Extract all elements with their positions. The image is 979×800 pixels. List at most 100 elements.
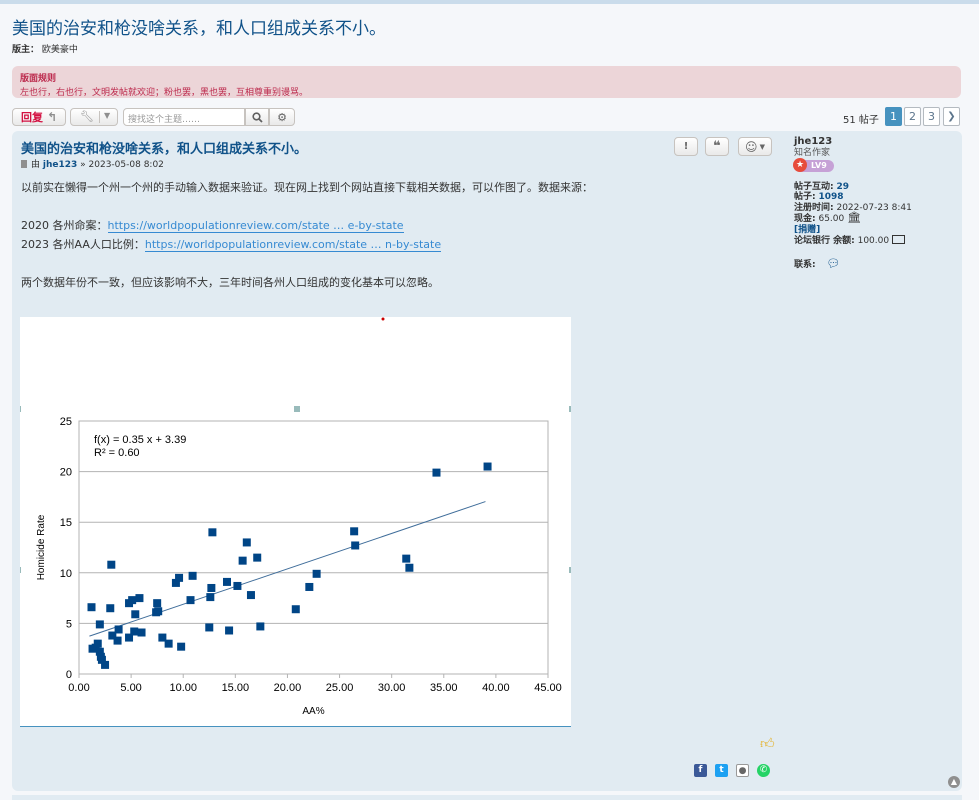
reply-button[interactable]: 回复 ↰	[12, 108, 66, 126]
search-topic-input[interactable]: 搜找这个主题……	[123, 108, 245, 126]
post-author-link[interactable]: jhe123	[43, 160, 77, 170]
interactions-label: 帖子互动:	[794, 181, 834, 192]
data-point	[87, 603, 96, 612]
data-point	[238, 556, 247, 565]
data-point	[188, 571, 197, 580]
like-icon[interactable]: 👍︎	[760, 735, 775, 752]
data-point	[206, 593, 215, 602]
back-to-top-icon[interactable]: ▲	[948, 776, 960, 788]
cash-value: 65.00	[818, 214, 845, 224]
facebook-share-icon[interactable]: f	[694, 764, 707, 777]
y-tick-label: 15	[60, 517, 72, 529]
caret-down-icon: ▼	[759, 142, 765, 151]
posts-value[interactable]: 1098	[818, 192, 843, 202]
level-badge: ★ LV9	[793, 158, 834, 172]
x-tick-label: 5.00	[120, 682, 141, 694]
moderator-name[interactable]: 欧美豪中	[42, 45, 78, 55]
data-point	[93, 639, 102, 648]
data-point	[350, 527, 359, 536]
profile-username[interactable]: jhe123	[794, 136, 954, 148]
report-button[interactable]: !	[674, 137, 698, 156]
data-point	[222, 577, 231, 586]
data-point	[154, 607, 163, 616]
data-point	[130, 627, 139, 636]
search-icon	[251, 111, 263, 123]
data-point	[305, 582, 314, 591]
smiley-icon: ☺	[745, 139, 758, 154]
rules-title: 版面规则	[20, 74, 57, 84]
cash-label: 现金:	[794, 214, 816, 224]
data-point	[128, 596, 137, 605]
topic-title[interactable]: 美国的治安和枪没啥关系，和人口组成关系不小。	[12, 14, 386, 39]
source-line-1: 2020 各州命案：https://worldpopulationreview.…	[21, 216, 593, 235]
source-label-1: 2020 各州命案：	[21, 219, 108, 232]
forum-rules-box: 版面规则 左也行，右也行，文明发帖就欢迎；粉也罢，黑也罢，互相尊重别谩骂。	[12, 66, 961, 98]
x-tick-label: 40.00	[482, 682, 510, 694]
moderator-line: 版主： 欧美豪中	[12, 42, 78, 55]
post-count: 51 帖子	[843, 115, 879, 126]
reaction-button[interactable]: ☺ ▼	[738, 137, 772, 156]
post-date: » 2023-05-08 8:02	[80, 160, 164, 170]
source-link-2[interactable]: https://worldpopulationreview.com/state …	[144, 238, 442, 252]
data-point	[233, 581, 242, 590]
joined-label: 注册时间:	[794, 202, 834, 213]
scatter-chart-image[interactable]: 0 5 10 15 20 25 0.00 5.00 10.00 15.00 20.00 25.00 30…	[19, 317, 571, 727]
post-document-icon[interactable]	[21, 160, 27, 168]
advanced-search-button[interactable]: ⚙	[269, 108, 295, 126]
data-point	[177, 642, 186, 651]
topic-tools-button[interactable]: 🔧︎ ▼	[70, 108, 118, 126]
profile-cash: 现金: 65.00 🏛︎	[794, 211, 954, 225]
selection-handle	[19, 567, 21, 573]
selection-handle	[569, 567, 571, 573]
scatter-chart: 0 5 10 15 20 25 0.00 5.00 10.00 15.00 20.00 25.00 30…	[19, 317, 571, 717]
data-point	[137, 628, 146, 637]
data-point	[106, 604, 115, 613]
star-icon: ★	[793, 158, 807, 172]
post-author-line: 由 jhe123 » 2023-05-08 8:02	[21, 157, 164, 170]
next-post-edge	[12, 795, 962, 800]
chat-bubble-icon[interactable]: 💬︎	[826, 257, 840, 270]
author-profile: jhe123 知名作家 ★ LV9 帖子互动: 29 帖子: 1098 注册时间:…	[793, 136, 954, 270]
bank-label: 论坛银行 余额:	[794, 236, 855, 246]
bank-building-icon: 🏛︎	[847, 211, 862, 224]
data-point	[107, 560, 116, 569]
page-3-button[interactable]: 3	[923, 107, 940, 126]
page-1-button[interactable]: 1	[885, 107, 902, 126]
donate-link[interactable]: [捐赠]	[794, 225, 820, 235]
source-link-1[interactable]: https://worldpopulationreview.com/state …	[107, 219, 404, 233]
data-point	[351, 541, 360, 550]
interactions-value[interactable]: 29	[836, 182, 849, 192]
posts-label: 帖子:	[794, 192, 816, 202]
selection-handle	[19, 406, 21, 412]
y-axis-label: Homicide Rate	[36, 514, 47, 580]
quote-button[interactable]: ❝	[705, 137, 729, 156]
search-button[interactable]	[245, 108, 269, 126]
data-point	[153, 599, 162, 608]
data-point	[402, 554, 411, 563]
x-axis-label: AA%	[302, 706, 324, 717]
source-line-2: 2023 各州AA人口比例：https://worldpopulationrev…	[21, 235, 593, 254]
x-tick-label: 25.00	[326, 682, 354, 694]
y-tick-label: 5	[66, 618, 72, 630]
data-point	[246, 591, 255, 600]
x-tick-label: 30.00	[378, 682, 406, 694]
reply-arrow-icon: ↰	[46, 110, 58, 124]
whatsapp-share-icon[interactable]: ✆	[757, 764, 770, 777]
data-point	[175, 573, 184, 582]
post-title[interactable]: 美国的治安和枪没啥关系，和人口组成关系不小。	[21, 138, 307, 157]
divider	[99, 111, 100, 123]
y-tick-label: 20	[60, 467, 72, 479]
r-squared-value: R² = 0.60	[94, 447, 140, 459]
twitter-share-icon[interactable]: t	[715, 764, 728, 777]
plot-frame	[78, 420, 549, 675]
next-page-button[interactable]: ❯	[943, 107, 960, 126]
selection-handle	[569, 406, 571, 412]
gear-icon: ⚙	[277, 110, 287, 124]
x-tick-label: 10.00	[169, 682, 197, 694]
reddit-share-icon[interactable]: ●	[736, 764, 749, 777]
page-2-button[interactable]: 2	[904, 107, 921, 126]
regression-equation: f(x) = 0.35 x + 3.39	[94, 434, 186, 446]
data-point	[205, 623, 214, 632]
profile-bank: 论坛银行 余额: 100.00	[794, 235, 954, 247]
x-tick-label: 45.00	[534, 682, 562, 694]
